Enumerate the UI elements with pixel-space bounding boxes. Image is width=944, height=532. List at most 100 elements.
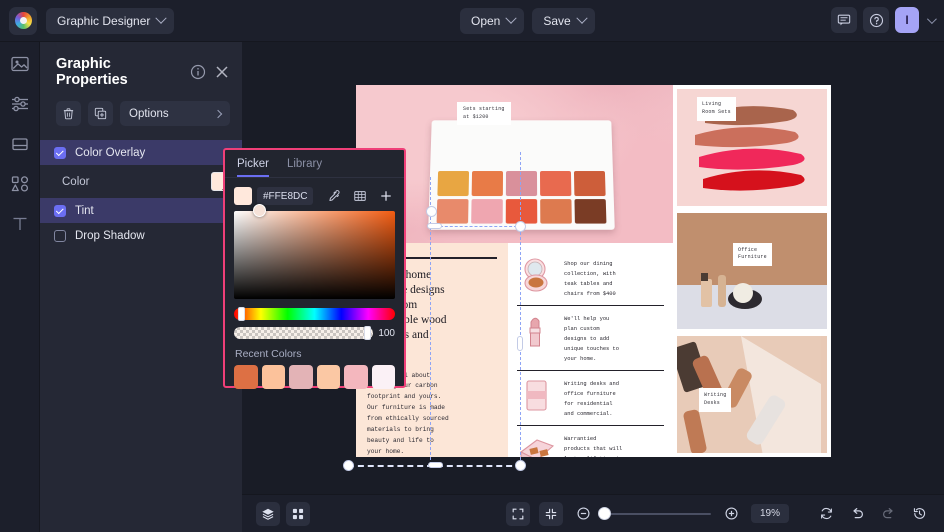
selection-handle-bottom-left[interactable] bbox=[343, 460, 354, 471]
color-picker-popover[interactable]: Picker Library #FFE8DC 100 Recent Colors bbox=[223, 148, 406, 389]
sidebar-item-text[interactable] bbox=[10, 214, 30, 234]
options-button[interactable]: Options bbox=[120, 101, 230, 126]
history-icon bbox=[913, 508, 925, 519]
saturation-knob[interactable] bbox=[253, 204, 266, 217]
palette-illustration bbox=[428, 120, 615, 230]
eyedropper-button[interactable] bbox=[325, 187, 343, 205]
recent-color-swatch[interactable] bbox=[289, 365, 313, 389]
compact-powder-icon bbox=[517, 257, 557, 295]
recent-color-swatch[interactable] bbox=[344, 365, 368, 389]
document-name-label: Graphic Designer bbox=[57, 13, 151, 28]
duo-palette-icon bbox=[517, 432, 557, 457]
list-item[interactable]: Shop our dining collection, with teak ta… bbox=[517, 251, 664, 305]
sidebar-item-adjustments[interactable] bbox=[10, 94, 30, 114]
document-name-dropdown[interactable]: Graphic Designer bbox=[46, 7, 175, 34]
drop-shadow-checkbox[interactable] bbox=[54, 229, 66, 242]
blush-box-icon bbox=[517, 377, 557, 415]
trash-icon bbox=[63, 108, 74, 120]
layer-tint[interactable]: Tint bbox=[40, 198, 242, 223]
recent-color-swatch[interactable] bbox=[234, 365, 258, 389]
close-icon[interactable] bbox=[214, 64, 230, 80]
add-color-button[interactable] bbox=[377, 187, 395, 205]
eyedropper-icon bbox=[329, 190, 340, 202]
tab-library[interactable]: Library bbox=[287, 158, 322, 177]
selection-handle-right-middle[interactable] bbox=[517, 336, 523, 351]
hero-price-tag: Sets starting at $1200 bbox=[457, 102, 511, 125]
list-item-text: Warrantied products that will last a lif… bbox=[564, 436, 623, 457]
hue-knob[interactable] bbox=[238, 307, 245, 321]
plus-icon bbox=[381, 191, 391, 201]
chevron-down-icon bbox=[155, 12, 168, 24]
current-color-chip[interactable] bbox=[234, 187, 252, 205]
palette-grid-button[interactable] bbox=[351, 187, 369, 205]
fit-screen-button[interactable] bbox=[506, 501, 530, 526]
picker-tabs: Picker Library bbox=[225, 150, 404, 178]
list-column[interactable]: Shop our dining collection, with teak ta… bbox=[508, 243, 673, 457]
info-circle-icon[interactable] bbox=[190, 64, 206, 80]
zoom-out-button[interactable] bbox=[572, 503, 594, 525]
save-button[interactable]: Save bbox=[532, 8, 595, 34]
refresh-button[interactable] bbox=[815, 503, 837, 525]
zoom-level-value[interactable]: 19% bbox=[751, 504, 789, 523]
zoom-slider[interactable] bbox=[598, 506, 711, 520]
history-group bbox=[815, 503, 930, 525]
alpha-slider[interactable] bbox=[234, 326, 374, 340]
zoom-slider-knob[interactable] bbox=[598, 506, 611, 520]
selection-handle-top-left[interactable] bbox=[426, 206, 437, 217]
duplicate-button[interactable] bbox=[88, 101, 113, 126]
recent-color-swatch[interactable] bbox=[371, 365, 395, 389]
selection-handle-bottom-middle[interactable] bbox=[428, 462, 443, 468]
alpha-knob[interactable] bbox=[364, 326, 372, 340]
list-item[interactable]: Warrantied products that will last a lif… bbox=[517, 425, 664, 457]
chevron-down-icon bbox=[505, 12, 518, 24]
hue-slider[interactable] bbox=[234, 307, 395, 321]
shrink-button[interactable] bbox=[539, 501, 563, 526]
history-button[interactable] bbox=[908, 503, 930, 525]
recent-color-swatch[interactable] bbox=[316, 365, 340, 389]
selection-handle-top-right[interactable] bbox=[515, 221, 526, 232]
help-button[interactable] bbox=[863, 7, 889, 33]
undo-button[interactable] bbox=[846, 503, 868, 525]
account-chevron-down-icon[interactable] bbox=[926, 13, 937, 24]
selection-handle-top-middle[interactable] bbox=[427, 223, 442, 229]
photo-card-office[interactable]: Office Furniture bbox=[677, 212, 827, 330]
grid-view-button[interactable] bbox=[286, 501, 310, 526]
photo-card-living-room[interactable]: Living Room Sets bbox=[677, 89, 827, 206]
canvas-area[interactable]: Sets starting at $1200 Custom home furni… bbox=[223, 42, 944, 494]
photo-card-writing-desks[interactable]: Writing Desks bbox=[677, 336, 827, 454]
chevron-down-icon bbox=[576, 12, 588, 24]
bottom-left-group bbox=[256, 501, 310, 526]
cosmetics-illustration bbox=[701, 273, 762, 310]
comment-button[interactable] bbox=[831, 7, 857, 33]
zoom-in-button[interactable] bbox=[720, 503, 742, 525]
saturation-value-area[interactable] bbox=[234, 204, 395, 299]
photo-card-tag: Office Furniture bbox=[733, 242, 772, 267]
zoom-out-icon bbox=[576, 507, 590, 520]
hex-input[interactable]: #FFE8DC bbox=[257, 187, 314, 205]
selection-handle-bottom-right[interactable] bbox=[515, 460, 526, 471]
open-button[interactable]: Open bbox=[460, 8, 525, 34]
lipstick-icon bbox=[517, 312, 557, 350]
layer-color-overlay[interactable]: Color Overlay bbox=[40, 140, 242, 165]
color-sub-label: Color bbox=[62, 175, 90, 188]
sidebar-item-image[interactable] bbox=[10, 54, 30, 74]
tab-picker[interactable]: Picker bbox=[237, 158, 269, 177]
color-overlay-checkbox[interactable] bbox=[54, 146, 66, 159]
app-logo[interactable] bbox=[9, 6, 37, 35]
artboard[interactable]: Sets starting at $1200 Custom home furni… bbox=[356, 85, 831, 457]
layer-drop-shadow[interactable]: Drop Shadow bbox=[40, 223, 242, 248]
tint-checkbox[interactable] bbox=[54, 204, 66, 217]
list-item[interactable]: We'll help you plan custom designs to ad… bbox=[517, 305, 664, 370]
alpha-value: 100 bbox=[378, 327, 395, 339]
recent-color-swatch[interactable] bbox=[261, 365, 285, 389]
list-item[interactable]: Writing desks and office furniture for r… bbox=[517, 370, 664, 425]
avatar[interactable]: I bbox=[895, 7, 919, 33]
sidebar-item-layout[interactable] bbox=[10, 134, 30, 154]
guide-horizontal-top bbox=[430, 226, 522, 227]
photo-column[interactable]: Living Room Sets Office Furniture Writin… bbox=[673, 85, 831, 457]
delete-button[interactable] bbox=[56, 101, 81, 126]
sidebar-item-shapes[interactable] bbox=[10, 174, 30, 194]
redo-button[interactable] bbox=[877, 503, 899, 525]
layers-button[interactable] bbox=[256, 501, 280, 526]
photo-card-tag: Writing Desks bbox=[699, 388, 732, 412]
